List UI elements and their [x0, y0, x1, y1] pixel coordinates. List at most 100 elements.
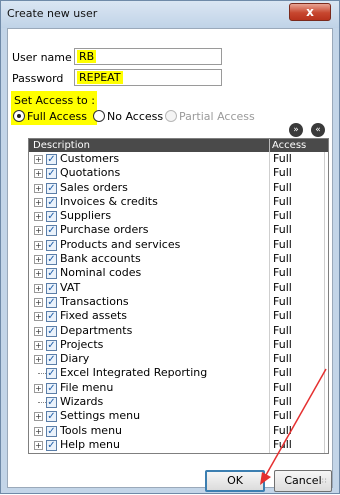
row-checkbox[interactable]: ✓	[46, 239, 57, 251]
row-checkbox[interactable]: ✓	[46, 325, 57, 337]
expand-plus-icon[interactable]: +	[34, 269, 43, 279]
row-access-value[interactable]: Full	[273, 424, 292, 438]
expand-plus-icon[interactable]: +	[34, 312, 43, 322]
row-access-value[interactable]: Full	[273, 281, 292, 295]
row-access-value[interactable]: Full	[273, 252, 292, 266]
grid-row[interactable]: + ✓ Projects Full	[29, 338, 328, 352]
grid-row[interactable]: + ✓ Invoices & credits Full	[29, 195, 328, 209]
row-checkbox[interactable]: ✓	[46, 296, 57, 308]
row-checkbox[interactable]: ✓	[46, 354, 57, 366]
row-access-value[interactable]: Full	[273, 166, 292, 180]
row-access-value[interactable]: Full	[273, 338, 292, 352]
row-checkbox[interactable]: ✓	[46, 196, 57, 208]
grid-row[interactable]: + ✓ Tools menu Full	[29, 424, 328, 438]
radio-no-access-indicator[interactable]	[93, 110, 105, 122]
row-access-value[interactable]: Full	[273, 309, 292, 323]
row-checkbox[interactable]: ✓	[46, 268, 57, 280]
row-access-value[interactable]: Full	[273, 209, 292, 223]
access-grid[interactable]: Description Access + ✓ Customers Full + ✓ Quot…	[28, 138, 329, 454]
row-checkbox[interactable]: ✓	[46, 382, 57, 394]
row-label: Fixed assets	[60, 309, 128, 323]
expand-plus-icon[interactable]: +	[34, 155, 43, 164]
title-bar[interactable]: Create new user x	[1, 1, 339, 28]
row-access-value[interactable]: Full	[273, 181, 292, 195]
grid-row[interactable]: + ✓ File menu Full	[29, 381, 328, 395]
grid-row[interactable]: + ✓ Sales orders Full	[29, 181, 328, 195]
grid-row[interactable]: + ✓ Transactions Full	[29, 295, 328, 309]
ok-button[interactable]: OK	[205, 470, 265, 492]
row-access-value[interactable]: Full	[273, 324, 292, 338]
row-access-value[interactable]: Full	[273, 152, 292, 166]
radio-no-access-label: No Access	[107, 109, 164, 123]
expand-plus-icon[interactable]: +	[34, 355, 43, 365]
password-field[interactable]: REPEAT	[74, 69, 222, 86]
expand-plus-icon[interactable]: +	[34, 255, 43, 265]
username-field[interactable]: RB	[74, 48, 222, 65]
row-checkbox[interactable]: ✓	[46, 397, 57, 409]
expand-plus-icon[interactable]: +	[34, 297, 43, 307]
close-button[interactable]: x	[289, 3, 331, 21]
row-checkbox[interactable]: ✓	[46, 254, 57, 266]
expand-plus-icon[interactable]: +	[34, 212, 43, 222]
row-label: Tools menu	[60, 423, 123, 437]
grid-row[interactable]: + ✓ VAT Full	[29, 281, 328, 295]
row-checkbox[interactable]: ✓	[46, 439, 57, 451]
expand-plus-icon[interactable]: +	[34, 169, 43, 179]
row-checkbox[interactable]: ✓	[46, 425, 57, 437]
row-access-value[interactable]: Full	[273, 238, 292, 252]
expand-plus-icon[interactable]: +	[34, 283, 43, 293]
grid-row[interactable]: + ✓ Quotations Full	[29, 166, 328, 180]
row-access-value[interactable]: Full	[273, 295, 292, 309]
row-checkbox[interactable]: ✓	[46, 368, 57, 380]
resize-grip-icon[interactable]: ∷	[322, 477, 330, 485]
grid-row[interactable]: + ✓ Purchase orders Full	[29, 223, 328, 237]
row-checkbox[interactable]: ✓	[46, 225, 57, 237]
grid-row[interactable]: + ✓ Products and services Full	[29, 238, 328, 252]
column-header-access[interactable]: Access	[269, 139, 306, 152]
row-checkbox[interactable]: ✓	[46, 411, 57, 423]
expand-plus-icon[interactable]: +	[34, 226, 43, 236]
row-access-value[interactable]: Full	[273, 366, 292, 380]
row-checkbox[interactable]: ✓	[46, 154, 57, 165]
expand-plus-icon[interactable]: +	[34, 426, 43, 436]
radio-no-access[interactable]: No Access	[93, 109, 163, 123]
expand-plus-icon[interactable]: +	[34, 197, 43, 207]
expand-plus-icon[interactable]: +	[34, 183, 43, 193]
expand-all-button[interactable]: »	[289, 123, 303, 137]
expand-plus-icon[interactable]: +	[34, 440, 43, 450]
expand-plus-icon[interactable]: +	[34, 412, 43, 422]
row-access-value[interactable]: Full	[273, 352, 292, 366]
grid-row[interactable]: + ✓ Bank accounts Full	[29, 252, 328, 266]
grid-row[interactable]: + ✓ Help menu Full	[29, 438, 328, 452]
row-access-value[interactable]: Full	[273, 195, 292, 209]
expand-plus-icon[interactable]: +	[34, 340, 43, 350]
row-access-value[interactable]: Full	[273, 223, 292, 237]
row-access-value[interactable]: Full	[273, 395, 292, 409]
row-access-value[interactable]: Full	[273, 266, 292, 280]
grid-row[interactable]: + ✓ Fixed assets Full	[29, 309, 328, 323]
column-header-description[interactable]: Description	[33, 139, 90, 152]
radio-full-access[interactable]: Full Access	[13, 109, 87, 123]
row-checkbox[interactable]: ✓	[46, 339, 57, 351]
row-checkbox[interactable]: ✓	[46, 168, 57, 180]
collapse-all-button[interactable]: «	[311, 123, 325, 137]
grid-row[interactable]: + ✓ Suppliers Full	[29, 209, 328, 223]
row-access-value[interactable]: Full	[273, 438, 292, 452]
row-checkbox[interactable]: ✓	[46, 211, 57, 223]
grid-row[interactable]: ✓ Excel Integrated Reporting Full	[29, 366, 328, 380]
grid-row[interactable]: ✓ Wizards Full	[29, 395, 328, 409]
grid-row[interactable]: + ✓ Departments Full	[29, 324, 328, 338]
expand-plus-icon[interactable]: +	[34, 240, 43, 250]
radio-full-access-indicator[interactable]	[13, 110, 25, 122]
row-checkbox[interactable]: ✓	[46, 282, 57, 294]
row-checkbox[interactable]: ✓	[46, 182, 57, 194]
grid-row[interactable]: + ✓ Diary Full	[29, 352, 328, 366]
expand-plus-icon[interactable]: +	[34, 326, 43, 336]
grid-row[interactable]: + ✓ Settings menu Full	[29, 409, 328, 423]
grid-row[interactable]: + ✓ Customers Full	[29, 152, 328, 166]
row-access-value[interactable]: Full	[273, 409, 292, 423]
row-checkbox[interactable]: ✓	[46, 311, 57, 323]
expand-plus-icon[interactable]: +	[34, 383, 43, 393]
grid-row[interactable]: + ✓ Nominal codes Full	[29, 266, 328, 280]
row-access-value[interactable]: Full	[273, 381, 292, 395]
